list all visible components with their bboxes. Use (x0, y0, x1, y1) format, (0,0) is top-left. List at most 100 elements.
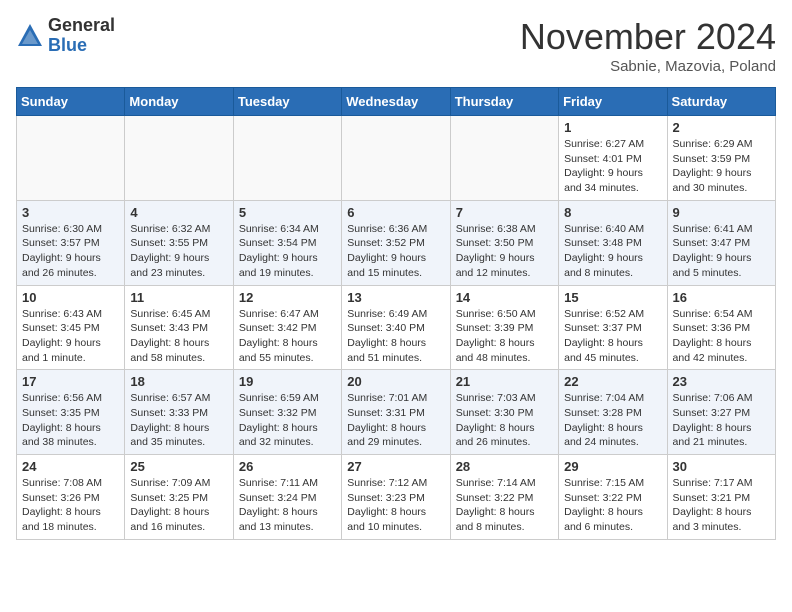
day-info: Sunrise: 6:52 AM Sunset: 3:37 PM Dayligh… (564, 307, 661, 366)
calendar-day-header: Tuesday (233, 88, 341, 116)
calendar-day-cell: 11 Sunrise: 6:45 AM Sunset: 3:43 PM Dayli… (125, 285, 233, 370)
calendar-day-header: Wednesday (342, 88, 450, 116)
day-info: Sunrise: 6:47 AM Sunset: 3:42 PM Dayligh… (239, 307, 336, 366)
calendar-day-cell: 16Sunrise: 6:54 AM Sunset: 3:36 PM Dayli… (667, 285, 775, 370)
day-number: 13 (347, 290, 444, 305)
day-number: 8 (564, 205, 661, 220)
day-number: 17 (22, 374, 119, 389)
calendar-day-cell: 6 Sunrise: 6:36 AM Sunset: 3:52 PM Daylig… (342, 200, 450, 285)
calendar-day-cell (125, 116, 233, 201)
day-info: Sunrise: 7:01 AM Sunset: 3:31 PM Dayligh… (347, 391, 444, 450)
calendar-day-cell: 22Sunrise: 7:04 AM Sunset: 3:28 PM Dayli… (559, 370, 667, 455)
day-number: 23 (673, 374, 770, 389)
day-info: Sunrise: 6:54 AM Sunset: 3:36 PM Dayligh… (673, 307, 770, 366)
day-info: Sunrise: 6:43 AM Sunset: 3:45 PM Dayligh… (22, 307, 119, 366)
calendar-day-cell: 14 Sunrise: 6:50 AM Sunset: 3:39 PM Dayli… (450, 285, 558, 370)
day-info: Sunrise: 6:56 AM Sunset: 3:35 PM Dayligh… (22, 391, 119, 450)
day-number: 7 (456, 205, 553, 220)
day-number: 21 (456, 374, 553, 389)
calendar-day-cell: 7 Sunrise: 6:38 AM Sunset: 3:50 PM Daylig… (450, 200, 558, 285)
calendar-week-row: 17 Sunrise: 6:56 AM Sunset: 3:35 PM Dayli… (17, 370, 776, 455)
day-number: 12 (239, 290, 336, 305)
calendar-day-header: Sunday (17, 88, 125, 116)
day-number: 14 (456, 290, 553, 305)
page-header: General Blue November 2024 Sabnie, Mazov… (16, 16, 776, 75)
calendar-day-cell: 17 Sunrise: 6:56 AM Sunset: 3:35 PM Dayli… (17, 370, 125, 455)
calendar-day-cell (17, 116, 125, 201)
logo: General Blue (16, 16, 115, 56)
day-number: 3 (22, 205, 119, 220)
day-info: Sunrise: 7:12 AM Sunset: 3:23 PM Dayligh… (347, 476, 444, 535)
calendar-day-cell: 27 Sunrise: 7:12 AM Sunset: 3:23 PM Dayli… (342, 455, 450, 540)
calendar-day-cell: 26Sunrise: 7:11 AM Sunset: 3:24 PM Dayli… (233, 455, 341, 540)
day-info: Sunrise: 7:06 AM Sunset: 3:27 PM Dayligh… (673, 391, 770, 450)
calendar-day-cell: 5Sunrise: 6:34 AM Sunset: 3:54 PM Daylig… (233, 200, 341, 285)
calendar-day-cell (233, 116, 341, 201)
logo-general: General (48, 16, 115, 36)
calendar-week-row: 1 Sunrise: 6:27 AM Sunset: 4:01 PM Daylig… (17, 116, 776, 201)
day-number: 2 (673, 120, 770, 135)
calendar-day-cell: 30 Sunrise: 7:17 AM Sunset: 3:21 PM Dayli… (667, 455, 775, 540)
day-info: Sunrise: 6:36 AM Sunset: 3:52 PM Dayligh… (347, 222, 444, 281)
calendar-day-cell: 2 Sunrise: 6:29 AM Sunset: 3:59 PM Daylig… (667, 116, 775, 201)
calendar-day-cell: 10 Sunrise: 6:43 AM Sunset: 3:45 PM Dayli… (17, 285, 125, 370)
day-info: Sunrise: 6:41 AM Sunset: 3:47 PM Dayligh… (673, 222, 770, 281)
calendar-day-header: Friday (559, 88, 667, 116)
calendar-day-cell (450, 116, 558, 201)
calendar-day-header: Saturday (667, 88, 775, 116)
day-number: 11 (130, 290, 227, 305)
calendar-day-cell: 29Sunrise: 7:15 AM Sunset: 3:22 PM Dayli… (559, 455, 667, 540)
day-number: 30 (673, 459, 770, 474)
calendar-day-header: Monday (125, 88, 233, 116)
day-number: 19 (239, 374, 336, 389)
calendar-day-cell: 23 Sunrise: 7:06 AM Sunset: 3:27 PM Dayli… (667, 370, 775, 455)
day-info: Sunrise: 7:17 AM Sunset: 3:21 PM Dayligh… (673, 476, 770, 535)
day-number: 9 (673, 205, 770, 220)
day-number: 29 (564, 459, 661, 474)
calendar-day-cell: 19 Sunrise: 6:59 AM Sunset: 3:32 PM Dayli… (233, 370, 341, 455)
day-info: Sunrise: 6:59 AM Sunset: 3:32 PM Dayligh… (239, 391, 336, 450)
calendar-day-cell: 18Sunrise: 6:57 AM Sunset: 3:33 PM Dayli… (125, 370, 233, 455)
day-number: 27 (347, 459, 444, 474)
calendar-day-cell: 8 Sunrise: 6:40 AM Sunset: 3:48 PM Daylig… (559, 200, 667, 285)
calendar-day-cell: 12 Sunrise: 6:47 AM Sunset: 3:42 PM Dayli… (233, 285, 341, 370)
day-info: Sunrise: 6:45 AM Sunset: 3:43 PM Dayligh… (130, 307, 227, 366)
calendar-day-cell (342, 116, 450, 201)
calendar-day-cell: 28Sunrise: 7:14 AM Sunset: 3:22 PM Dayli… (450, 455, 558, 540)
logo-icon (16, 22, 44, 50)
day-info: Sunrise: 7:04 AM Sunset: 3:28 PM Dayligh… (564, 391, 661, 450)
day-number: 10 (22, 290, 119, 305)
day-info: Sunrise: 6:29 AM Sunset: 3:59 PM Dayligh… (673, 137, 770, 196)
calendar-week-row: 24Sunrise: 7:08 AM Sunset: 3:26 PM Dayli… (17, 455, 776, 540)
logo-blue: Blue (48, 36, 115, 56)
day-number: 6 (347, 205, 444, 220)
day-number: 28 (456, 459, 553, 474)
calendar-day-cell: 21 Sunrise: 7:03 AM Sunset: 3:30 PM Dayli… (450, 370, 558, 455)
day-info: Sunrise: 6:27 AM Sunset: 4:01 PM Dayligh… (564, 137, 661, 196)
day-info: Sunrise: 7:11 AM Sunset: 3:24 PM Dayligh… (239, 476, 336, 535)
calendar-day-cell: 24Sunrise: 7:08 AM Sunset: 3:26 PM Dayli… (17, 455, 125, 540)
day-number: 20 (347, 374, 444, 389)
day-number: 1 (564, 120, 661, 135)
calendar-day-cell: 9 Sunrise: 6:41 AM Sunset: 3:47 PM Daylig… (667, 200, 775, 285)
day-info: Sunrise: 6:57 AM Sunset: 3:33 PM Dayligh… (130, 391, 227, 450)
subtitle: Sabnie, Mazovia, Poland (520, 58, 776, 75)
logo-text: General Blue (48, 16, 115, 56)
day-number: 25 (130, 459, 227, 474)
calendar-day-cell: 1 Sunrise: 6:27 AM Sunset: 4:01 PM Daylig… (559, 116, 667, 201)
day-info: Sunrise: 6:40 AM Sunset: 3:48 PM Dayligh… (564, 222, 661, 281)
day-info: Sunrise: 6:49 AM Sunset: 3:40 PM Dayligh… (347, 307, 444, 366)
calendar-day-cell: 13 Sunrise: 6:49 AM Sunset: 3:40 PM Dayli… (342, 285, 450, 370)
day-info: Sunrise: 6:50 AM Sunset: 3:39 PM Dayligh… (456, 307, 553, 366)
day-info: Sunrise: 7:03 AM Sunset: 3:30 PM Dayligh… (456, 391, 553, 450)
day-number: 5 (239, 205, 336, 220)
day-info: Sunrise: 6:38 AM Sunset: 3:50 PM Dayligh… (456, 222, 553, 281)
calendar-day-cell: 25 Sunrise: 7:09 AM Sunset: 3:25 PM Dayli… (125, 455, 233, 540)
calendar-table: SundayMondayTuesdayWednesdayThursdayFrid… (16, 87, 776, 540)
calendar-week-row: 10 Sunrise: 6:43 AM Sunset: 3:45 PM Dayli… (17, 285, 776, 370)
day-info: Sunrise: 6:30 AM Sunset: 3:57 PM Dayligh… (22, 222, 119, 281)
title-area: November 2024 Sabnie, Mazovia, Poland (520, 16, 776, 75)
day-number: 15 (564, 290, 661, 305)
day-info: Sunrise: 7:09 AM Sunset: 3:25 PM Dayligh… (130, 476, 227, 535)
calendar-day-cell: 4Sunrise: 6:32 AM Sunset: 3:55 PM Daylig… (125, 200, 233, 285)
